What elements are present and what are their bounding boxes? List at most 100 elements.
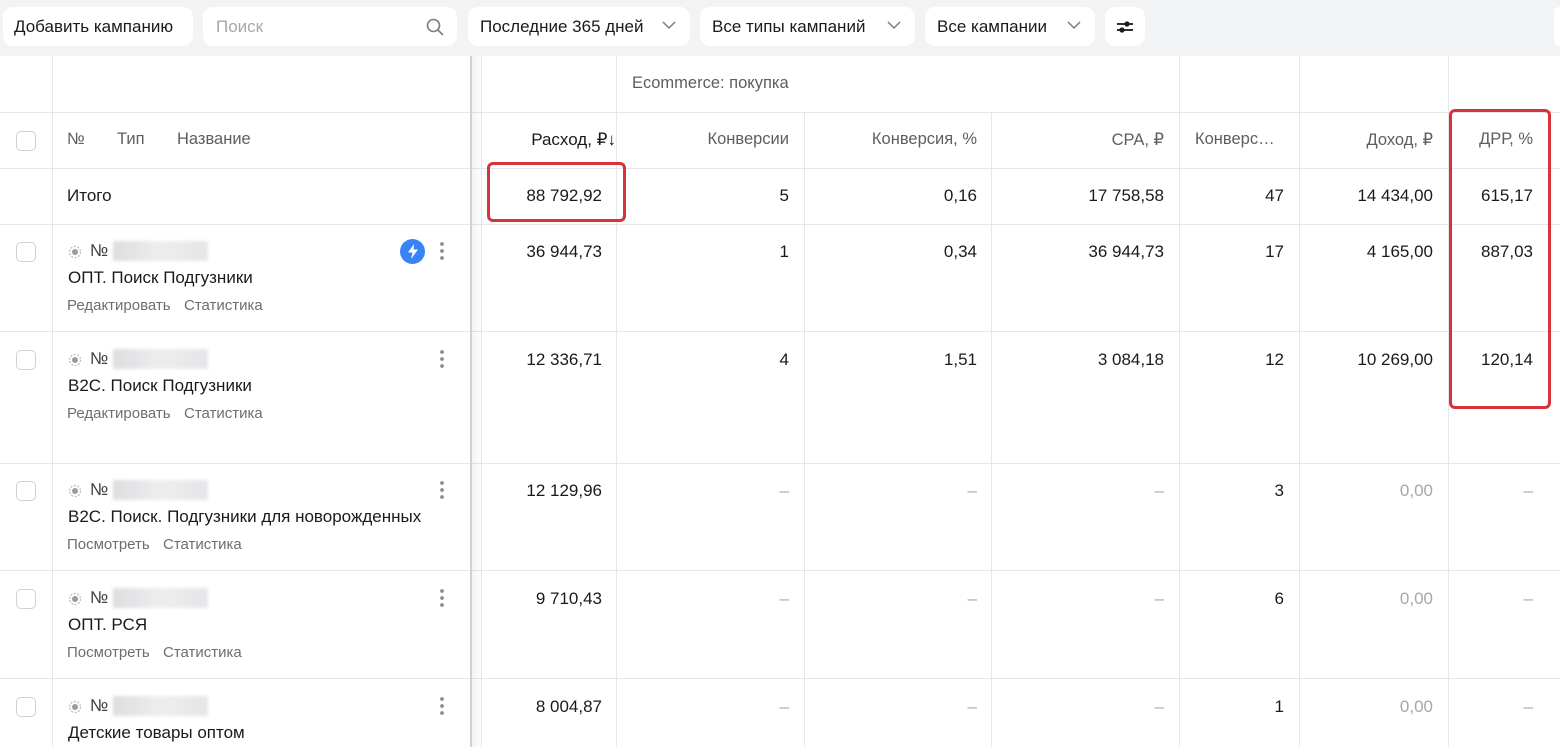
totals-conversions-2: 47	[1265, 186, 1284, 205]
row-checkbox[interactable]	[16, 589, 36, 609]
header-no[interactable]: №	[67, 130, 85, 149]
more-menu-icon[interactable]	[436, 696, 448, 716]
cell-revenue: 4 165,00	[1366, 242, 1433, 261]
view-link[interactable]: Посмотреть	[67, 644, 150, 661]
cell-spend: 8 004,87	[535, 697, 602, 716]
campaign-types-label: Все типы кампаний	[712, 16, 866, 36]
campaigns-table: Ecommerce: покупка № Тип Название Расход…	[0, 56, 1560, 747]
statistics-link[interactable]: Статистика	[163, 644, 242, 661]
settings-sliders-icon	[1117, 20, 1133, 33]
totals-conversion-rate: 0,16	[943, 186, 977, 205]
cell-cpa: –	[1154, 481, 1164, 500]
autotargeting-bolt-icon[interactable]	[400, 239, 425, 264]
edit-link[interactable]: Редактировать	[67, 297, 171, 314]
search-box[interactable]	[203, 7, 457, 46]
header-cpa[interactable]: CPA, ₽	[1112, 130, 1164, 150]
header-conversions-2[interactable]: Конверс…	[1195, 130, 1275, 149]
row-checkbox[interactable]	[16, 242, 36, 262]
statistics-link[interactable]: Статистика	[184, 405, 263, 422]
col-divider	[991, 112, 992, 747]
campaign-name[interactable]: Детские товары оптом	[68, 723, 245, 743]
select-all-checkbox[interactable]	[16, 131, 36, 151]
col-divider	[52, 56, 53, 747]
col-divider	[616, 56, 617, 747]
column-settings-button[interactable]	[1105, 7, 1145, 46]
more-menu-icon[interactable]	[436, 480, 448, 500]
toolbar-edge	[1554, 7, 1560, 46]
cell-spend: 36 944,73	[526, 242, 602, 261]
header-conversions[interactable]: Конверсии	[707, 130, 789, 149]
add-campaign-button[interactable]: Добавить кампанию	[3, 7, 193, 46]
view-link[interactable]: Посмотреть	[67, 536, 150, 553]
row-divider	[0, 224, 1560, 225]
row-checkbox[interactable]	[16, 697, 36, 717]
cell-conversion-rate: 1,51	[943, 350, 977, 369]
cell-revenue: 0,00	[1399, 481, 1433, 500]
totals-label: Итого	[67, 186, 112, 205]
cell-cpa: –	[1154, 697, 1164, 716]
header-revenue[interactable]: Доход, ₽	[1366, 130, 1433, 150]
campaign-name[interactable]: B2C. Поиск. Подгузники для новорожденных	[68, 507, 421, 527]
cell-spend: 12 336,71	[526, 350, 602, 369]
more-menu-icon[interactable]	[436, 241, 448, 261]
campaign-name[interactable]: B2C. Поиск Подгузники	[68, 376, 252, 396]
totals-conversions: 5	[779, 186, 789, 205]
cell-conversions-2: 1	[1274, 697, 1284, 716]
row-divider	[0, 112, 1560, 113]
chevron-down-icon	[1067, 21, 1081, 30]
cell-conversions: –	[779, 481, 789, 500]
cell-revenue: 0,00	[1399, 589, 1433, 608]
cell-revenue: 10 269,00	[1357, 350, 1433, 369]
chevron-down-icon	[887, 21, 901, 30]
header-name[interactable]: Название	[177, 130, 251, 149]
row-divider	[0, 463, 1560, 464]
search-input[interactable]	[203, 16, 403, 37]
row-divider	[0, 168, 1560, 169]
cell-conversions-2: 3	[1274, 481, 1284, 500]
period-label: Последние 365 дней	[480, 16, 644, 36]
campaign-id-redacted	[113, 588, 208, 608]
cell-conversions: –	[779, 697, 789, 716]
search-campaign-icon	[68, 592, 82, 606]
add-campaign-label: Добавить кампанию	[14, 16, 174, 36]
edit-link[interactable]: Редактировать	[67, 405, 171, 422]
cell-conversions-2: 12	[1265, 350, 1284, 369]
cell-conversions: 4	[779, 350, 789, 369]
cell-spend: 12 129,96	[526, 481, 602, 500]
row-checkbox[interactable]	[16, 350, 36, 370]
header-spend[interactable]: Расход, ₽↓	[531, 130, 616, 150]
campaign-types-select[interactable]: Все типы кампаний	[700, 7, 915, 46]
cell-conversion-rate: –	[967, 481, 977, 500]
totals-cpa: 17 758,58	[1088, 186, 1164, 205]
col-divider	[1179, 56, 1180, 747]
totals-revenue: 14 434,00	[1357, 186, 1433, 205]
header-type[interactable]: Тип	[117, 130, 145, 149]
statistics-link[interactable]: Статистика	[163, 536, 242, 553]
campaign-number-label: №	[90, 480, 109, 499]
campaign-name[interactable]: ОПТ. РСЯ	[68, 615, 147, 635]
cell-conversions-2: 6	[1274, 589, 1284, 608]
more-menu-icon[interactable]	[436, 349, 448, 369]
period-select[interactable]: Последние 365 дней	[468, 7, 690, 46]
cell-drr: –	[1523, 589, 1533, 608]
campaign-number-label: №	[90, 588, 109, 607]
col-divider	[1299, 56, 1300, 747]
row-divider	[0, 570, 1560, 571]
campaign-number-label: №	[90, 241, 109, 260]
search-icon[interactable]	[426, 18, 444, 36]
campaign-id-redacted	[113, 241, 208, 261]
frozen-column-shadow	[470, 56, 482, 747]
campaign-number-label: №	[90, 696, 109, 715]
cell-conversion-rate: –	[967, 589, 977, 608]
search-campaign-icon	[68, 353, 82, 367]
more-menu-icon[interactable]	[436, 588, 448, 608]
row-divider	[0, 678, 1560, 679]
campaign-name[interactable]: ОПТ. Поиск Подгузники	[68, 268, 253, 288]
header-conversion-rate[interactable]: Конверсия, %	[872, 130, 977, 149]
statistics-link[interactable]: Статистика	[184, 297, 263, 314]
campaigns-select[interactable]: Все кампании	[925, 7, 1095, 46]
row-checkbox[interactable]	[16, 481, 36, 501]
chevron-down-icon	[662, 21, 676, 30]
cell-drr: –	[1523, 481, 1533, 500]
campaign-number-label: №	[90, 349, 109, 368]
